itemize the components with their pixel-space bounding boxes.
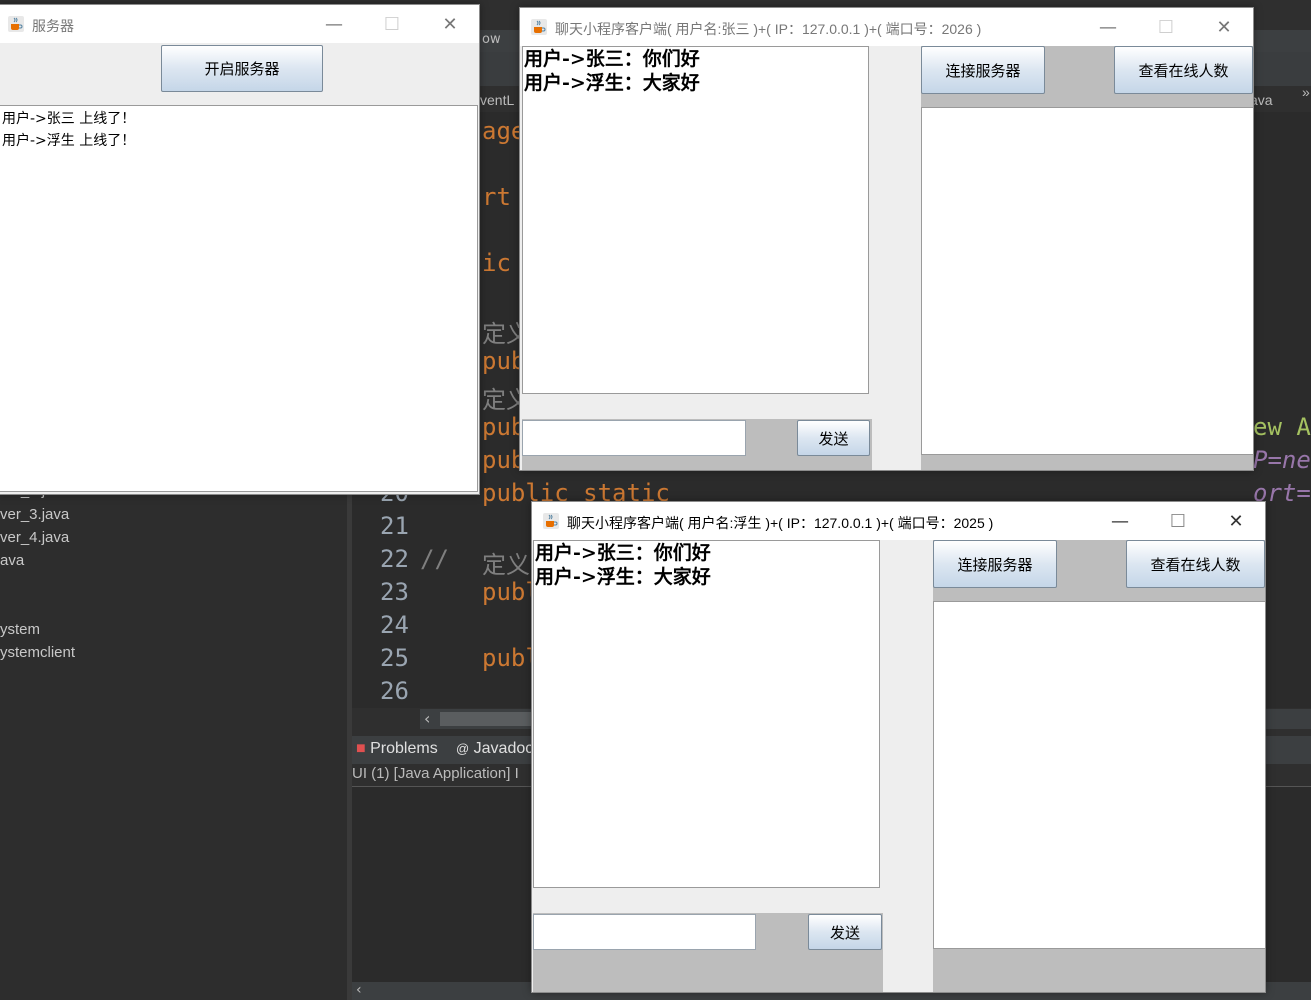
line-number: 22: [380, 545, 409, 573]
send-button[interactable]: 发送: [797, 420, 870, 456]
console-title: UI (1) [Java Application] I: [352, 765, 519, 782]
server-window-title: 服务器: [32, 18, 74, 34]
chat-message: 用户->浮生：大家好: [535, 566, 711, 588]
tree-item[interactable]: ver_3.java: [0, 506, 69, 523]
tree-item[interactable]: ystemclient: [0, 644, 75, 661]
minimize-icon[interactable]: —: [305, 5, 363, 43]
chat-message: 用户->张三：你们好: [524, 48, 700, 70]
tab-javadoc[interactable]: @ Javadoc: [456, 740, 533, 758]
tab-javadoc-label: Javadoc: [473, 740, 534, 757]
check-online-button[interactable]: 查看在线人数: [1126, 540, 1265, 588]
client-titlebar[interactable]: 聊天小程序客户端( 用户名:浮生 )+( IP：127.0.0.1 )+( 端口…: [532, 502, 1265, 540]
check-online-button[interactable]: 查看在线人数: [1114, 46, 1253, 94]
server-log-line: 用户->浮生 上线了！: [2, 133, 136, 149]
client-window-title: 聊天小程序客户端( 用户名:浮生 )+( IP：127.0.0.1 )+( 端口…: [567, 515, 994, 531]
chat-message: 用户->张三：你们好: [535, 542, 711, 564]
code-fragment: 定义: [482, 551, 530, 579]
maximize-icon[interactable]: ☐: [1149, 502, 1207, 540]
code-fragment-right: P=new: [1253, 446, 1311, 474]
java-cup-icon: [543, 513, 559, 529]
java-cup-icon: [8, 16, 24, 32]
message-input[interactable]: [522, 420, 746, 456]
minimize-icon[interactable]: —: [1091, 502, 1149, 540]
chat-client-window-zhangsan: 聊天小程序客户端( 用户名:张三 )+( IP：127.0.0.1 )+( 端口…: [519, 7, 1254, 471]
tree-item[interactable]: ver_4.java: [0, 529, 69, 546]
javadoc-icon: @: [456, 741, 470, 756]
send-button[interactable]: 发送: [808, 914, 882, 950]
code-fragment: rt: [482, 183, 511, 211]
scroll-left-arrow-icon[interactable]: ‹: [424, 709, 430, 728]
chat-history-area[interactable]: 用户->张三：你们好 用户->浮生：大家好: [533, 540, 880, 888]
message-input[interactable]: [533, 914, 756, 950]
line-number: 26: [380, 677, 409, 705]
close-icon[interactable]: ✕: [1195, 8, 1253, 46]
chat-history-area[interactable]: 用户->张三：你们好 用户->浮生：大家好: [522, 46, 869, 394]
code-comment-marker: //: [420, 545, 449, 573]
client-window-title: 聊天小程序客户端( 用户名:张三 )+( IP：127.0.0.1 )+( 端口…: [555, 21, 982, 37]
server-window: 服务器 — ☐ ✕ 开启服务器 用户->张三 上线了！ 用户->浮生 上线了！: [0, 4, 480, 495]
online-users-area[interactable]: [921, 107, 1253, 455]
java-cup-icon: [531, 19, 547, 35]
tab-problems[interactable]: ■ Problems: [356, 740, 438, 758]
package-explorer: [0, 495, 347, 1000]
minimize-icon[interactable]: —: [1079, 8, 1137, 46]
chat-client-window-fusheng: 聊天小程序客户端( 用户名:浮生 )+( IP：127.0.0.1 )+( 端口…: [531, 501, 1266, 993]
start-server-button[interactable]: 开启服务器: [161, 45, 323, 92]
ide-tab-fragment[interactable]: ventL: [480, 92, 514, 108]
client-titlebar[interactable]: 聊天小程序客户端( 用户名:张三 )+( IP：127.0.0.1 )+( 端口…: [520, 8, 1253, 46]
code-fragment: ic: [482, 249, 511, 277]
server-log-area[interactable]: 用户->张三 上线了！ 用户->浮生 上线了！: [0, 105, 478, 492]
tab-problems-label: Problems: [370, 740, 438, 757]
tree-item[interactable]: ava: [0, 552, 24, 569]
editor-scroll-thumb[interactable]: [440, 712, 540, 726]
code-fragment-right: ew Ar: [1253, 413, 1311, 441]
close-icon[interactable]: ✕: [421, 5, 479, 43]
maximize-icon[interactable]: ☐: [363, 5, 421, 43]
line-number: 23: [380, 578, 409, 606]
server-titlebar[interactable]: 服务器 — ☐ ✕: [0, 5, 479, 43]
scroll-left-arrow-icon[interactable]: ‹: [356, 982, 362, 998]
tree-item[interactable]: ystem: [0, 621, 40, 638]
maximize-icon[interactable]: ☐: [1137, 8, 1195, 46]
ide-tab-overflow[interactable]: »: [1302, 84, 1310, 100]
line-number: 21: [380, 512, 409, 540]
server-log-line: 用户->张三 上线了！: [2, 111, 136, 127]
connect-server-button[interactable]: 连接服务器: [921, 46, 1045, 94]
online-users-area[interactable]: [933, 601, 1265, 949]
connect-server-button[interactable]: 连接服务器: [933, 540, 1057, 588]
chat-message: 用户->浮生：大家好: [524, 72, 700, 94]
ide-menu-fragment[interactable]: ow: [482, 32, 501, 47]
line-number: 24: [380, 611, 409, 639]
problems-icon: ■: [356, 740, 366, 757]
close-icon[interactable]: ✕: [1207, 502, 1265, 540]
line-number: 25: [380, 644, 409, 672]
